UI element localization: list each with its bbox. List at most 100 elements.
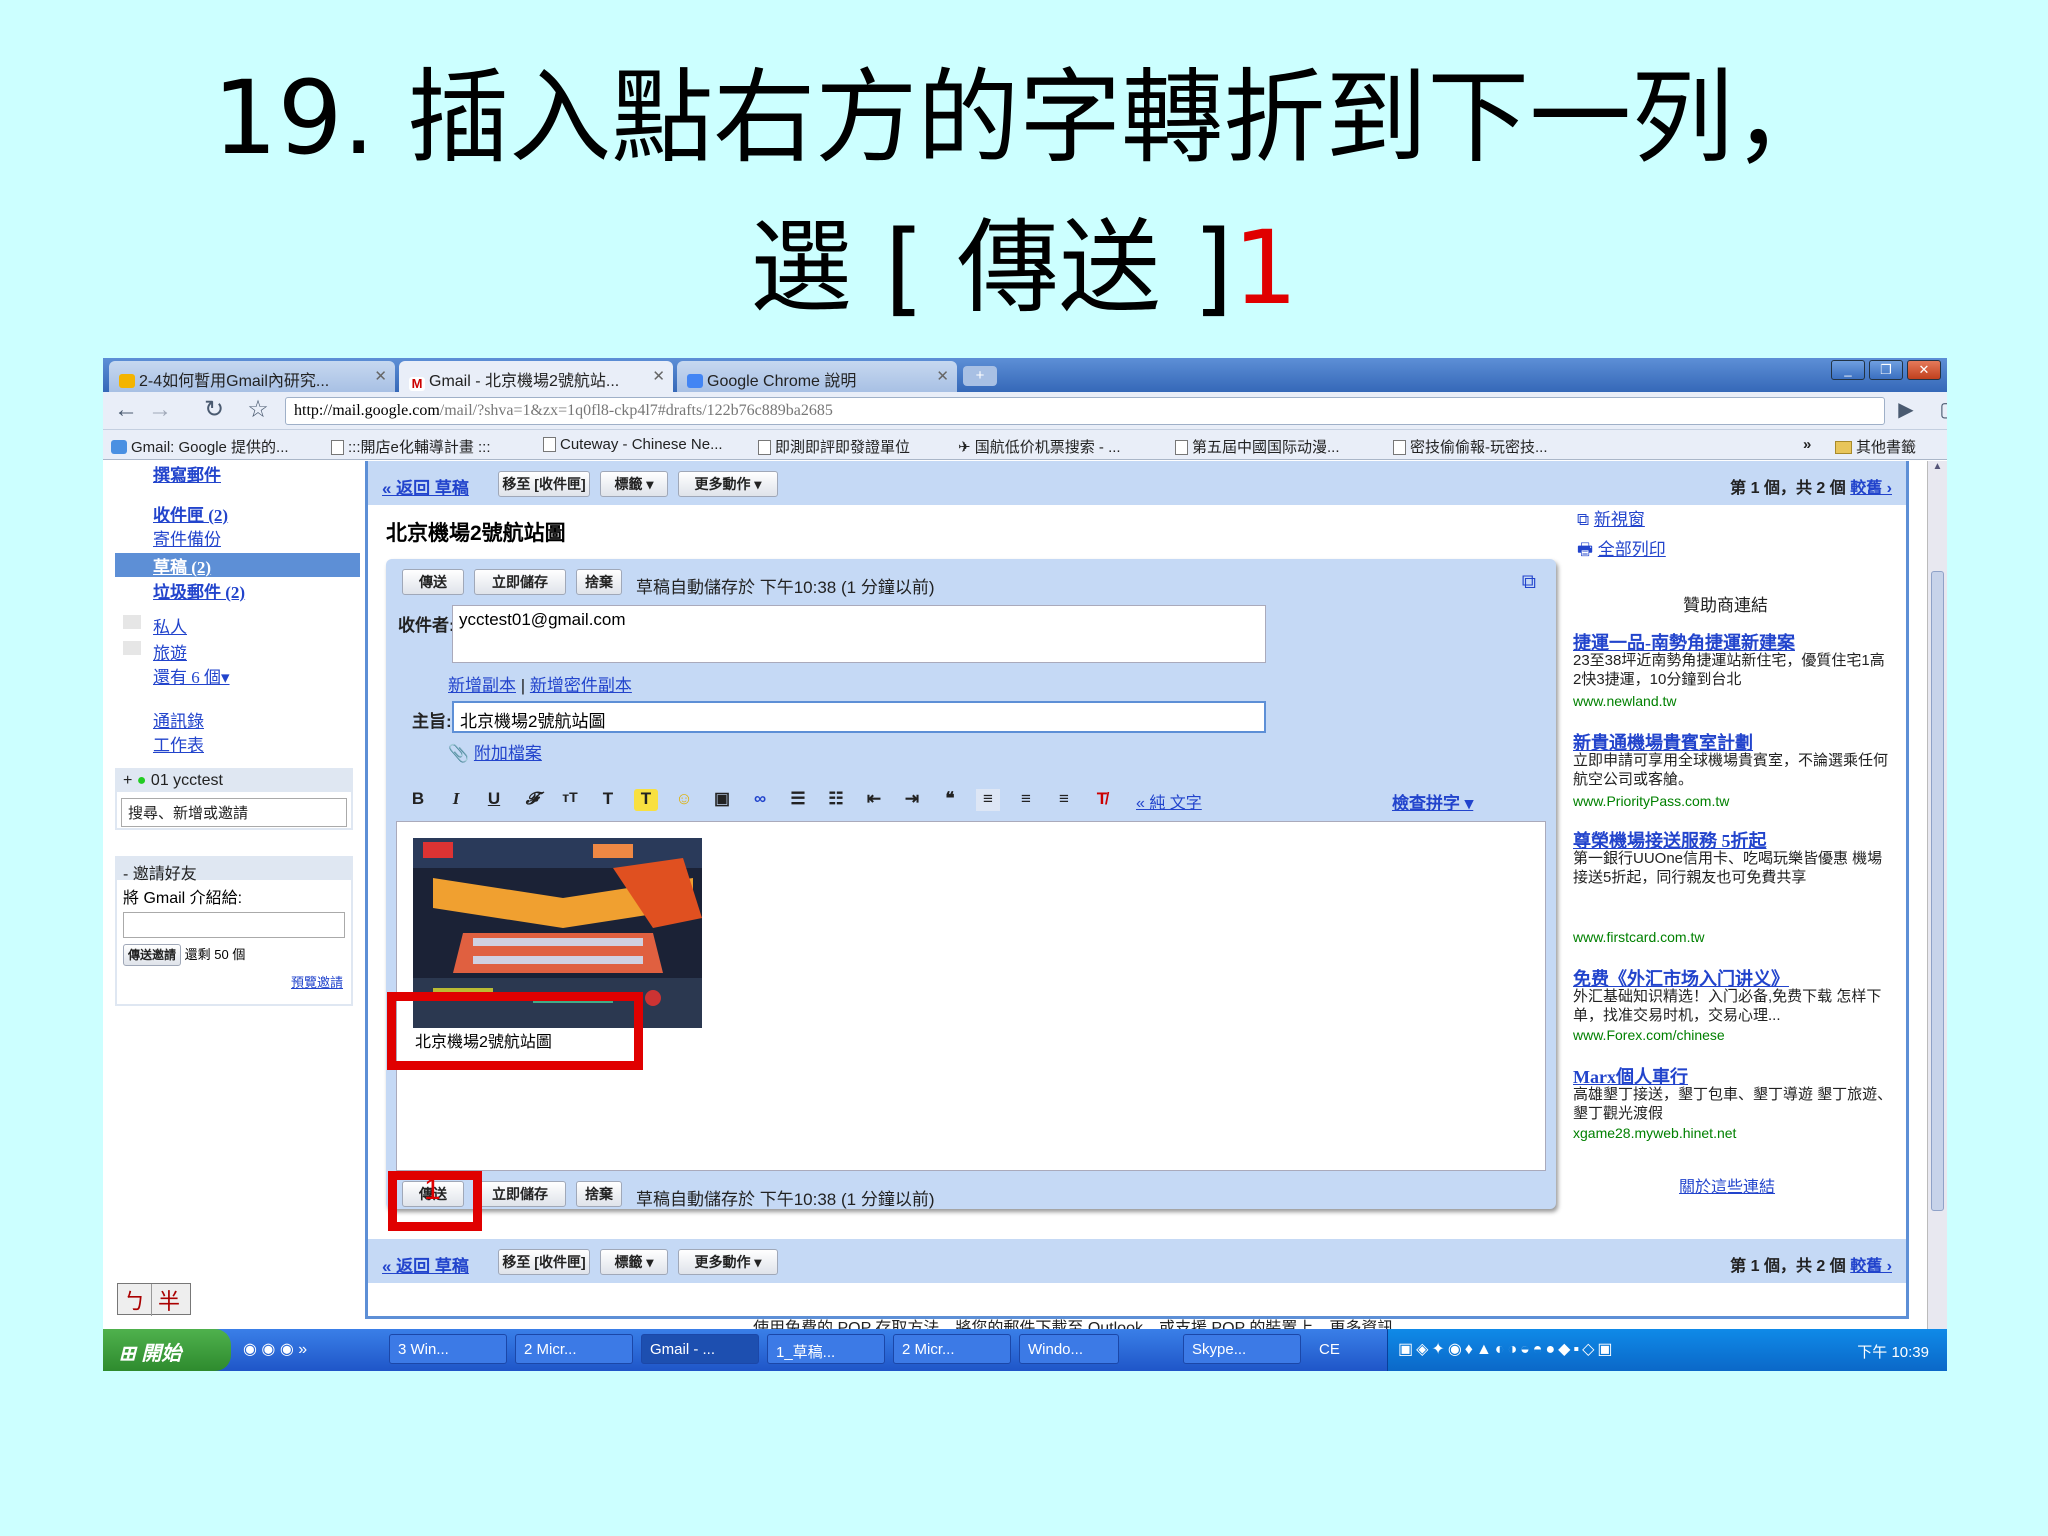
bookmark-cuteway[interactable]: Cuteway - Chinese Ne... bbox=[543, 436, 723, 453]
taskbar-item[interactable]: 1_草稿... bbox=[767, 1334, 885, 1364]
tray-icons[interactable]: ▣◈✦◉♦▲◐◑◒◓●◆▪◇▣ bbox=[1398, 1339, 1616, 1359]
taskbar-item[interactable]: 2 Micr... bbox=[893, 1334, 1011, 1364]
send-invite-button[interactable]: 傳送邀請 bbox=[123, 944, 182, 966]
tasks-link[interactable]: 工作表 bbox=[153, 731, 204, 756]
remove-format-icon[interactable]: T̸ bbox=[1090, 789, 1114, 811]
chrome-icon[interactable]: ◉ bbox=[280, 1341, 294, 1358]
collapse-icon[interactable]: - bbox=[123, 866, 133, 883]
new-tab-button[interactable]: + bbox=[963, 366, 997, 386]
status-dot-icon[interactable]: ● bbox=[137, 772, 147, 789]
back-to-drafts-link-bottom[interactable]: « 返回 草稿 bbox=[382, 1252, 469, 1277]
plus-icon[interactable]: + bbox=[123, 772, 137, 789]
ime-width[interactable]: 半 bbox=[152, 1284, 186, 1316]
font-size-icon[interactable]: тT bbox=[558, 789, 582, 811]
numbered-list-icon[interactable]: ☰ bbox=[786, 789, 810, 811]
play-icon[interactable]: ▶ bbox=[1891, 398, 1921, 424]
start-button[interactable]: ⊞ 開始 bbox=[103, 1329, 231, 1371]
attach-file-link[interactable]: 附加檔案 bbox=[474, 744, 542, 763]
quote-icon[interactable]: ❝ bbox=[938, 789, 962, 811]
scroll-thumb[interactable] bbox=[1931, 571, 1944, 1211]
ad-url[interactable]: www.firstcard.com.tw bbox=[1573, 929, 1704, 945]
taskbar-item[interactable]: 2 Micr... bbox=[515, 1334, 633, 1364]
new-window-link[interactable]: ⧉ 新視窗 bbox=[1577, 505, 1645, 530]
link-icon[interactable]: ∞ bbox=[748, 789, 772, 811]
bookmark-other[interactable]: 其他書籤 bbox=[1835, 436, 1916, 457]
close-icon[interactable]: ✕ bbox=[936, 367, 949, 385]
align-right-icon[interactable]: ≡ bbox=[1052, 789, 1076, 811]
ime-toolbar[interactable]: ㄅ半 bbox=[117, 1283, 191, 1316]
bookmark-tricks[interactable]: 密技偷偷報-玩密技... bbox=[1393, 436, 1548, 457]
tab-chrome-help[interactable]: Google Chrome 說明 ✕ bbox=[677, 361, 957, 392]
page-menu-icon[interactable]: ▢▾ bbox=[1939, 398, 1947, 424]
bookmark-cert[interactable]: 即測即評即發證單位 bbox=[758, 436, 910, 457]
label-private[interactable]: 私人 bbox=[153, 613, 187, 638]
text-color-icon[interactable]: T bbox=[596, 789, 620, 811]
send-button-top[interactable]: 傳送 bbox=[402, 569, 464, 595]
ad-url[interactable]: xgame28.myweb.hinet.net bbox=[1573, 1125, 1736, 1141]
back-icon[interactable]: ← bbox=[111, 398, 141, 424]
bullet-list-icon[interactable]: ☷ bbox=[824, 789, 848, 811]
close-window-button[interactable]: ✕ bbox=[1907, 360, 1941, 380]
move-to-inbox-button[interactable]: 移至 [收件匣] bbox=[498, 471, 590, 497]
desktop-icon[interactable]: ◉ bbox=[243, 1341, 257, 1358]
save-now-button[interactable]: 立即儲存 bbox=[474, 569, 566, 595]
taskbar-item[interactable]: Skype... bbox=[1183, 1334, 1301, 1364]
ad-url[interactable]: www.newland.tw bbox=[1573, 693, 1677, 709]
discard-button-bottom[interactable]: 捨棄 bbox=[576, 1181, 622, 1207]
firefox-icon[interactable]: ◉ bbox=[261, 1341, 275, 1358]
invite-email-input[interactable] bbox=[123, 912, 345, 938]
older-link-bottom[interactable]: 較舊 › bbox=[1850, 1258, 1892, 1275]
image-icon[interactable]: ▣ bbox=[710, 789, 734, 811]
print-all-link[interactable]: 🖶 全部列印 bbox=[1577, 535, 1666, 566]
close-icon[interactable]: ✕ bbox=[652, 367, 665, 385]
scroll-up-icon[interactable]: ▲ bbox=[1928, 461, 1947, 472]
font-icon[interactable]: 𝓕 bbox=[520, 789, 544, 811]
popout-icon[interactable]: ⧉ bbox=[1522, 571, 1536, 594]
spell-check-link[interactable]: 檢查拼字 ▾ bbox=[1392, 789, 1473, 814]
bookmark-anime[interactable]: 第五屆中國国际动漫... bbox=[1175, 436, 1340, 457]
align-center-icon[interactable]: ≡ bbox=[1014, 789, 1038, 811]
minimize-button[interactable]: _ bbox=[1831, 360, 1865, 380]
drafts-link[interactable]: 草稿 (2) bbox=[153, 553, 211, 578]
more-actions-button-bottom[interactable]: 更多動作 ▾ bbox=[678, 1249, 778, 1275]
close-icon[interactable]: ✕ bbox=[374, 367, 387, 385]
underline-icon[interactable]: U bbox=[482, 789, 506, 811]
labels-button[interactable]: 標籤 ▾ bbox=[600, 471, 668, 497]
spam-link[interactable]: 垃圾郵件 (2) bbox=[153, 578, 245, 603]
more-actions-button[interactable]: 更多動作 ▾ bbox=[678, 471, 778, 497]
back-to-drafts-link[interactable]: « 返回 草稿 bbox=[382, 474, 469, 499]
emoticon-icon[interactable]: ☺ bbox=[672, 789, 696, 811]
reload-icon[interactable]: ↻ bbox=[199, 398, 229, 424]
add-cc-link[interactable]: 新增副本 bbox=[448, 676, 516, 695]
align-left-icon[interactable]: ≡ bbox=[976, 789, 1000, 811]
highlight-icon[interactable]: T bbox=[634, 789, 658, 811]
taskbar-item[interactable]: Windo... bbox=[1019, 1334, 1119, 1364]
bookmark-gmail[interactable]: Gmail: Google 提供的... bbox=[111, 436, 289, 457]
preview-invite-link[interactable]: 預覽邀請 bbox=[117, 972, 351, 991]
outdent-icon[interactable]: ⇤ bbox=[862, 789, 886, 811]
discard-button[interactable]: 捨棄 bbox=[576, 569, 622, 595]
about-links[interactable]: 關於這些連結 bbox=[1679, 1173, 1775, 1197]
ad-url[interactable]: www.Forex.com/chinese bbox=[1573, 1027, 1725, 1043]
add-bcc-link[interactable]: 新增密件副本 bbox=[530, 676, 632, 695]
compose-link[interactable]: 撰寫郵件 bbox=[153, 461, 221, 486]
save-now-button-bottom[interactable]: 立即儲存 bbox=[474, 1181, 566, 1207]
italic-icon[interactable]: I bbox=[444, 789, 468, 811]
taskbar-item[interactable]: 3 Win... bbox=[389, 1334, 507, 1364]
language-indicator[interactable]: CE bbox=[1319, 1341, 1340, 1358]
tab-gmail[interactable]: M Gmail - 北京機場2號航站... ✕ bbox=[399, 361, 673, 392]
plain-text-link[interactable]: « 純 文字 bbox=[1136, 789, 1202, 813]
maximize-button[interactable]: ❐ bbox=[1869, 360, 1903, 380]
sent-link[interactable]: 寄件備份 bbox=[153, 525, 221, 550]
contacts-link[interactable]: 通訊錄 bbox=[153, 707, 204, 732]
move-to-inbox-button-bottom[interactable]: 移至 [收件匣] bbox=[498, 1249, 590, 1275]
tab-research[interactable]: 2-4如何暫用Gmail內研究... ✕ bbox=[109, 361, 395, 392]
message-body-editor[interactable]: 北京機場2號航站圖 bbox=[387, 821, 1546, 1171]
ime-mode[interactable]: ㄅ bbox=[118, 1284, 152, 1316]
bookmark-overflow[interactable]: » bbox=[1803, 436, 1811, 453]
subject-field[interactable]: 北京機場2號航站圖 bbox=[452, 701, 1266, 733]
labels-button-bottom[interactable]: 標籤 ▾ bbox=[600, 1249, 668, 1275]
to-field[interactable]: ycctest01@gmail.com bbox=[452, 605, 1266, 663]
chat-search-input[interactable]: 搜尋、新增或邀請 bbox=[121, 798, 347, 827]
indent-icon[interactable]: ⇥ bbox=[900, 789, 924, 811]
